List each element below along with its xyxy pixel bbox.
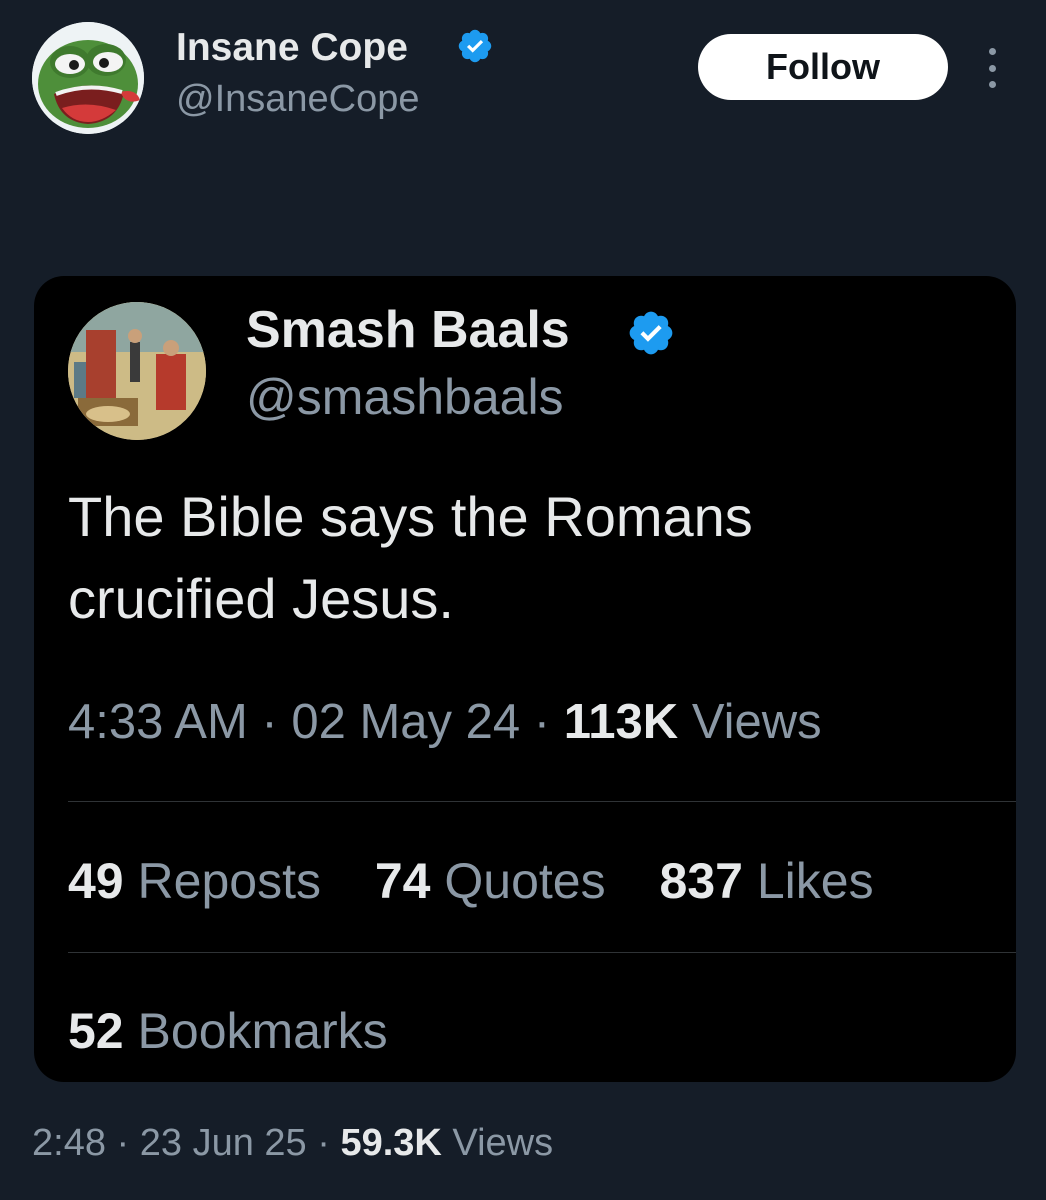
post-date[interactable]: 23 Jun 25: [140, 1122, 307, 1164]
likes-label: Likes: [756, 853, 874, 909]
frog-avatar-image: [32, 22, 144, 134]
bookmarks-label: Bookmarks: [137, 1003, 388, 1059]
separator: ·: [317, 1122, 330, 1164]
post-meta: 2:48 · 23 Jun 25 · 59.3K Views: [32, 1122, 553, 1165]
quoted-author-name: Smash Baals: [246, 301, 570, 359]
likes-stat: 837 Likes: [660, 853, 874, 909]
quotes-label: Quotes: [444, 853, 606, 909]
author-display-name[interactable]: Insane Cope: [176, 26, 408, 70]
bookmarks-stat: 52 Bookmarks: [68, 1002, 388, 1060]
dot: [988, 64, 996, 72]
separator: ·: [533, 695, 551, 749]
tweet-page: Insane Cope @InsaneCope Follow Smash Baa…: [0, 0, 1046, 1200]
reposts-stat: 49 Reposts: [68, 853, 335, 909]
quotes-stat: 74 Quotes: [375, 853, 620, 909]
post-time[interactable]: 2:48: [32, 1122, 106, 1164]
quoted-tweet-date: 02 May 24: [291, 695, 521, 749]
quoted-views-label: Views: [691, 695, 822, 749]
quoted-author-avatar: [68, 302, 206, 440]
bookmarks-count: 52: [68, 1003, 124, 1059]
more-options-icon[interactable]: [976, 44, 1008, 92]
quoted-author-handle: @smashbaals: [246, 369, 564, 425]
separator: ·: [261, 695, 278, 749]
quoted-tweet-text: The Bible says the Romans crucified Jesu…: [68, 485, 753, 630]
quoted-tweet-time: 4:33 AM: [68, 695, 248, 749]
reposts-label: Reposts: [137, 853, 321, 909]
verified-badge-icon: [458, 29, 492, 63]
dot: [988, 48, 996, 55]
follow-button[interactable]: Follow: [698, 34, 948, 100]
likes-count: 837: [659, 853, 743, 909]
author-handle[interactable]: @InsaneCope: [176, 78, 420, 121]
quoted-tweet-meta: 4:33 AM · 02 May 24 · 113K Views: [68, 694, 822, 750]
dot: [988, 81, 996, 88]
divider: [68, 952, 1016, 953]
verified-badge-icon: [629, 311, 673, 355]
embedded-tweet-image[interactable]: Smash Baals @smashbaals The Bible says t…: [34, 276, 1016, 1082]
tweet-header: Insane Cope @InsaneCope Follow: [0, 0, 1046, 140]
painting-avatar-image: [68, 302, 206, 440]
quotes-count: 74: [374, 853, 431, 909]
quoted-views-count: 113K: [563, 695, 679, 749]
separator: ·: [116, 1122, 130, 1164]
reposts-count: 49: [68, 853, 124, 909]
divider: [68, 801, 1016, 802]
post-views-label[interactable]: Views: [452, 1122, 553, 1164]
avatar[interactable]: [32, 22, 144, 134]
quoted-tweet-stats: 49 Reposts 74 Quotes 837 Likes: [68, 852, 914, 910]
post-views-count[interactable]: 59.3K: [340, 1122, 441, 1164]
